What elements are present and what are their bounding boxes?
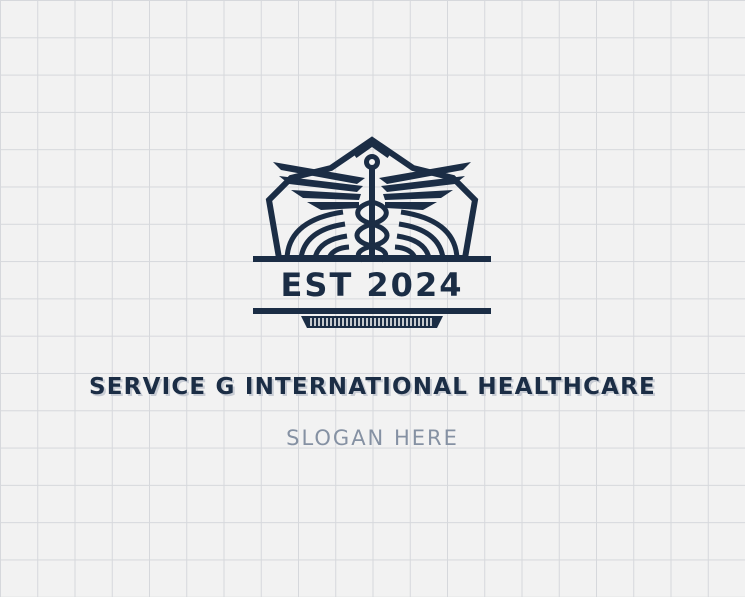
logo-canvas: EST 2024 SERVICE G INTERNATIONAL HEALTHC…: [0, 0, 745, 597]
slogan-text: SLOGAN HERE: [286, 426, 459, 450]
caduceus-emblem-icon: [253, 136, 491, 328]
established-label: EST 2024: [280, 266, 464, 304]
company-name: SERVICE G INTERNATIONAL HEALTHCARE: [89, 374, 656, 400]
